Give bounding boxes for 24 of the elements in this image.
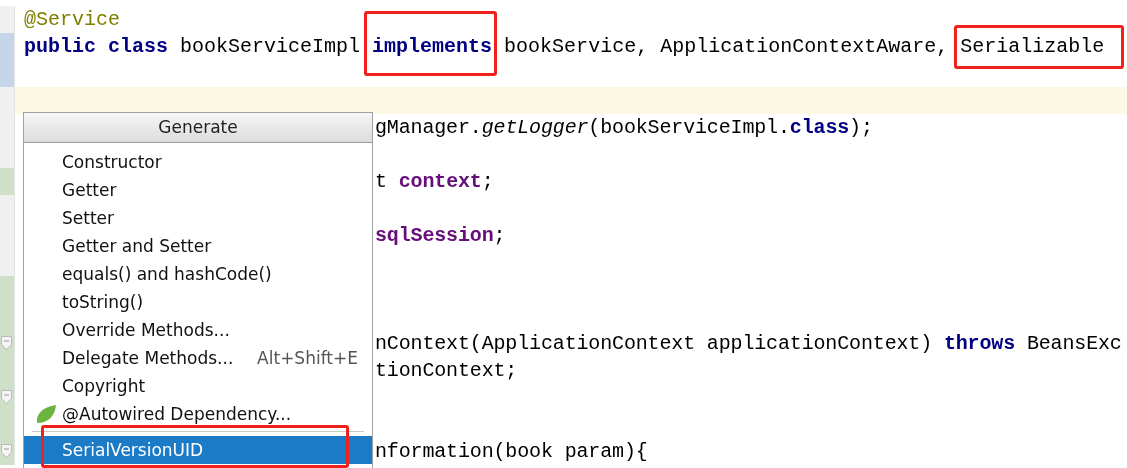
menu-item[interactable]: Delegate Methods... Alt+Shift+E — [24, 344, 372, 372]
fold-icon[interactable] — [1, 390, 12, 404]
fold-icon[interactable] — [1, 444, 12, 458]
menu-item[interactable]: toString() — [24, 288, 372, 316]
menu-title: Generate — [24, 113, 372, 143]
menu-item[interactable]: Override Methods... — [24, 316, 372, 344]
code-line: tionContext; — [375, 359, 518, 382]
menu-item[interactable]: Copyright — [24, 372, 372, 400]
fold-icon[interactable] — [1, 336, 12, 350]
code-line: public class bookServiceImpl implements bookService, ApplicationContextAware, Serializable — [24, 35, 1105, 58]
menu-item[interactable]: Setter — [24, 204, 372, 232]
code-line: sqlSession; — [375, 224, 506, 247]
menu-item[interactable]: @Autowired Dependency... — [24, 400, 372, 428]
leaf-icon — [35, 404, 57, 424]
menu-item[interactable]: SerialVersionUID — [24, 436, 372, 464]
code-line: gManager.getLogger(bookServiceImpl.class); — [375, 116, 873, 139]
menu-item[interactable]: equals() and hashCode() — [24, 260, 372, 288]
code-line: @Service — [24, 8, 120, 31]
menu-item[interactable]: Getter — [24, 176, 372, 204]
menu-item[interactable]: Constructor — [24, 148, 372, 176]
code-line: nformation(book param){ — [375, 440, 648, 463]
menu-item[interactable]: Getter and Setter — [24, 232, 372, 260]
code-line: nContext(ApplicationContext applicationContext) throws BeansExc — [375, 332, 1122, 355]
code-line: t context; — [375, 170, 494, 193]
